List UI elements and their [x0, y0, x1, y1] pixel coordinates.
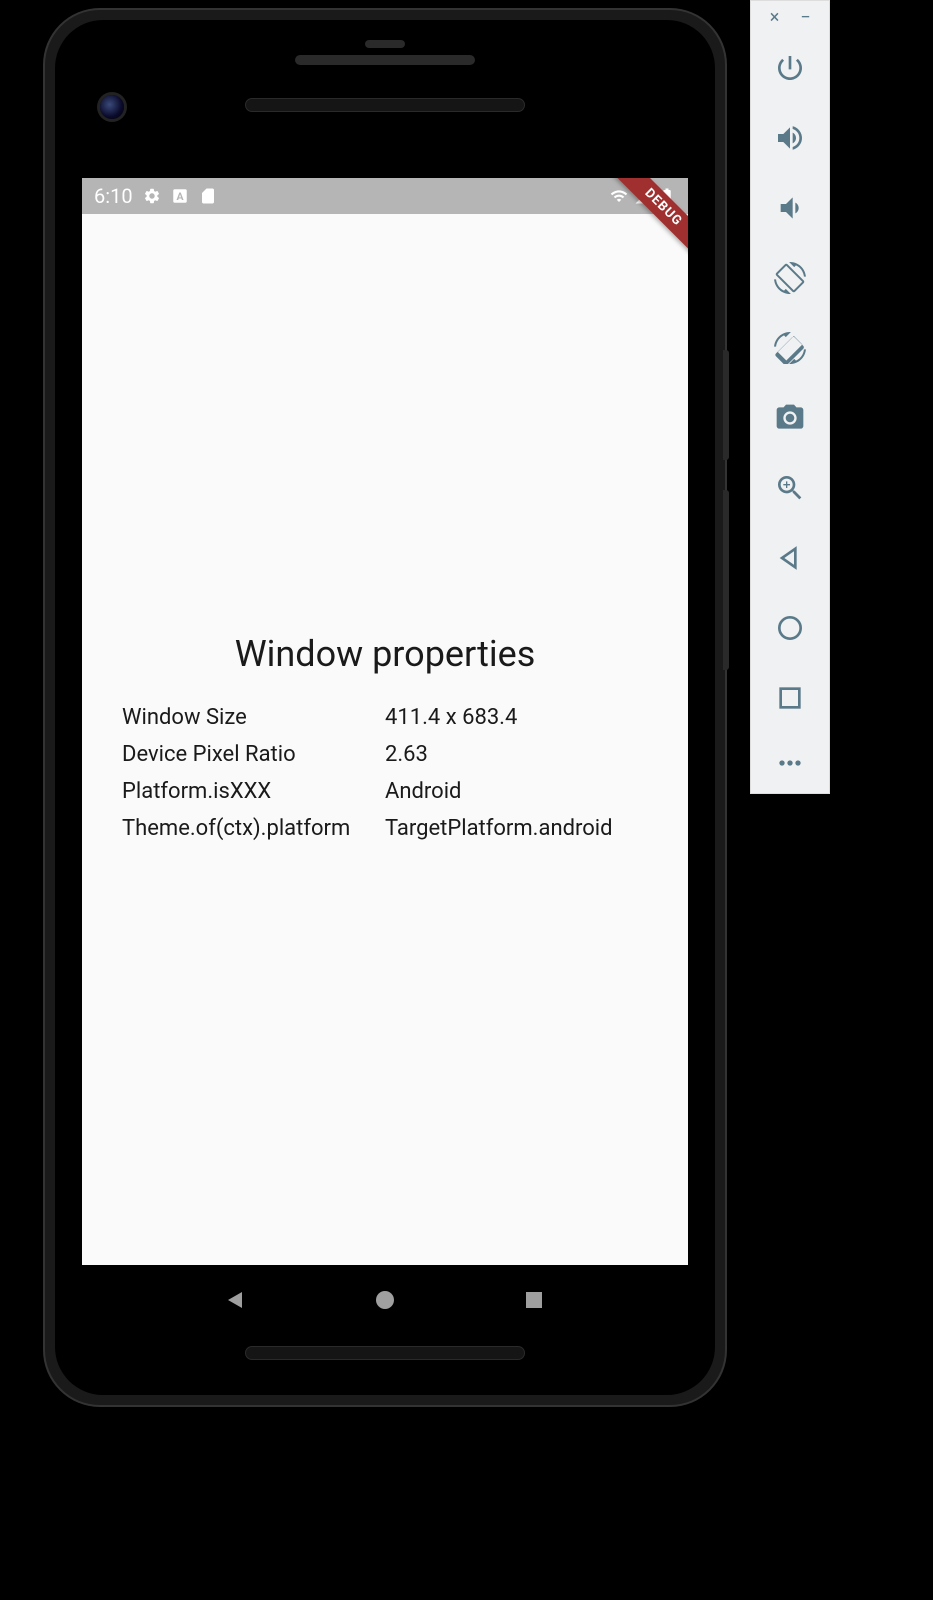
emulator-sidebar: × − [750, 0, 830, 794]
more-horizontal-icon [774, 747, 806, 779]
zoom-button[interactable] [760, 453, 820, 523]
earpiece-speaker [245, 98, 525, 112]
device-frame: 6:10 A Window properties Window Size 411… [45, 10, 725, 1405]
emulator-more-button[interactable] [760, 733, 820, 793]
physical-volume-button [723, 490, 729, 670]
app-content: Window properties Window Size 411.4 x 68… [82, 214, 688, 1265]
notch-indicator [365, 40, 405, 48]
prop-value: 2.63 [385, 736, 648, 773]
a-box-icon: A [171, 187, 189, 205]
nav-recents-button[interactable] [522, 1288, 546, 1312]
rotate-right-button[interactable] [760, 313, 820, 383]
volume-up-icon [774, 122, 806, 154]
rotate-left-icon [774, 262, 806, 294]
bottom-speaker [245, 1346, 525, 1360]
sd-card-icon [199, 187, 217, 205]
page-title: Window properties [122, 633, 648, 675]
status-time: 6:10 [94, 184, 133, 208]
physical-power-button [723, 350, 729, 460]
prop-label: Platform.isXXX [122, 773, 385, 810]
back-triangle-icon [774, 542, 806, 574]
prop-label: Device Pixel Ratio [122, 736, 385, 773]
nav-home-button[interactable] [373, 1288, 397, 1312]
status-bar: 6:10 A [82, 178, 688, 214]
zoom-icon [774, 472, 806, 504]
emulator-overview-button[interactable] [760, 663, 820, 733]
emulator-home-button[interactable] [760, 593, 820, 663]
rotate-left-button[interactable] [760, 243, 820, 313]
volume-down-button[interactable] [760, 173, 820, 243]
prop-label: Theme.of(ctx).platform [122, 810, 385, 847]
table-row: Window Size 411.4 x 683.4 [122, 699, 648, 736]
screenshot-button[interactable] [760, 383, 820, 453]
settings-icon [143, 187, 161, 205]
volume-down-icon [774, 192, 806, 224]
camera-icon [774, 402, 806, 434]
nav-back-button[interactable] [224, 1288, 248, 1312]
prop-label: Window Size [122, 699, 385, 736]
volume-up-button[interactable] [760, 103, 820, 173]
emulator-back-button[interactable] [760, 523, 820, 593]
close-button[interactable]: × [765, 7, 785, 27]
device-screen: 6:10 A Window properties Window Size 411… [82, 178, 688, 1265]
prop-value: 411.4 x 683.4 [385, 699, 648, 736]
svg-text:A: A [176, 190, 184, 203]
front-camera [100, 95, 124, 119]
prop-value: TargetPlatform.android [385, 810, 648, 847]
table-row: Platform.isXXX Android [122, 773, 648, 810]
power-icon [774, 52, 806, 84]
power-button[interactable] [760, 33, 820, 103]
minimize-button[interactable]: − [796, 7, 816, 27]
prop-value: Android [385, 773, 648, 810]
android-nav-bar [82, 1265, 688, 1335]
wifi-icon [610, 187, 628, 205]
table-row: Device Pixel Ratio 2.63 [122, 736, 648, 773]
speaker-top [295, 55, 475, 65]
rotate-right-icon [774, 332, 806, 364]
table-row: Theme.of(ctx).platform TargetPlatform.an… [122, 810, 648, 847]
properties-table: Window Size 411.4 x 683.4 Device Pixel R… [122, 699, 648, 847]
home-circle-icon [774, 612, 806, 644]
overview-square-icon [774, 682, 806, 714]
